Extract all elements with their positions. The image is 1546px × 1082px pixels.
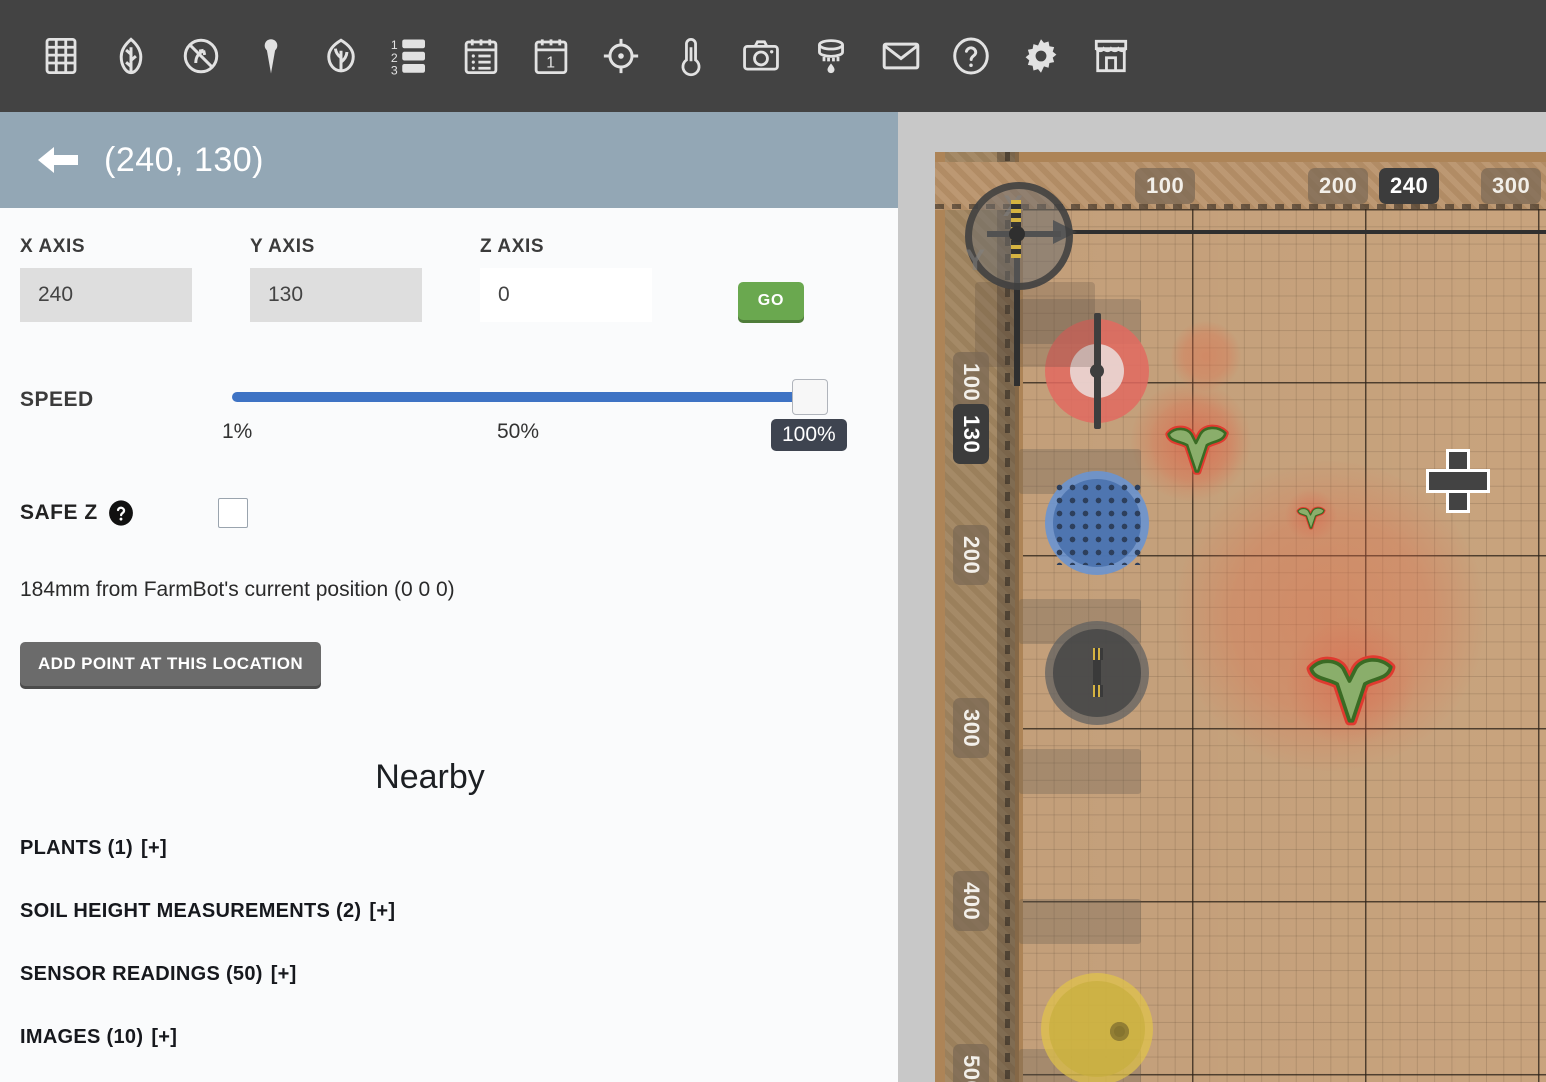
tool-slot-plate xyxy=(1019,749,1141,794)
weeds-icon[interactable] xyxy=(166,21,236,91)
tool-slot-plate xyxy=(1019,899,1141,944)
store-icon[interactable] xyxy=(1076,21,1146,91)
page-title: (240, 130) xyxy=(104,140,264,179)
regimen-clipboard-icon[interactable] xyxy=(446,21,516,91)
target-icon[interactable] xyxy=(586,21,656,91)
safe-z-label: SAFE Z xyxy=(20,500,134,526)
x-axis-label: X AXIS xyxy=(20,236,86,257)
y-axis-label-400[interactable]: 400 xyxy=(953,871,989,932)
y-axis-label-300[interactable]: 300 xyxy=(953,698,989,759)
tool-slot-watering-nozzle[interactable] xyxy=(1045,471,1149,575)
panel-body: X AXIS Y AXIS Z AXIS GO SPEED 1% 50% 100… xyxy=(0,208,898,1049)
crops-icon[interactable] xyxy=(306,21,376,91)
safe-z-checkbox[interactable] xyxy=(217,498,248,528)
distance-note: 184mm from FarmBot's current position (0… xyxy=(20,578,455,601)
y-axis-group: Y AXIS xyxy=(250,236,480,322)
gantry-position-dot xyxy=(1009,226,1025,242)
nearby-item-label: IMAGES (10) xyxy=(20,1026,144,1048)
expand-plus-icon[interactable]: [+] xyxy=(271,963,297,985)
thermometer-icon[interactable] xyxy=(656,21,726,91)
garden-map[interactable]: X Y 100 200 240 300 100 130 200 300 400 … xyxy=(898,112,1546,1082)
speed-row: SPEED 1% 50% 100% xyxy=(20,374,878,451)
grid-icon[interactable] xyxy=(26,21,96,91)
nearby-item-sensor-readings[interactable]: SENSOR READINGS (50) [+] xyxy=(20,963,878,986)
plant-large[interactable] xyxy=(1281,611,1421,751)
top-nav-bar: 1 2 3 1 xyxy=(0,0,1546,112)
speed-tick-min: 1% xyxy=(222,420,253,443)
speed-tick-mid: 50% xyxy=(497,420,540,443)
z-axis-input[interactable] xyxy=(480,268,652,322)
y-axis-label-130[interactable]: 130 xyxy=(953,404,989,465)
tool-soil-sensor-inner xyxy=(1048,980,1146,1078)
plant-leaf-icon xyxy=(1165,424,1229,475)
help-question-icon[interactable] xyxy=(108,500,134,526)
speed-slider-track[interactable] xyxy=(232,392,810,402)
x-axis-group: X AXIS xyxy=(20,236,250,322)
z-axis-label: Z AXIS xyxy=(480,236,545,257)
plant-medium[interactable] xyxy=(1145,391,1249,495)
back-arrow-icon[interactable] xyxy=(36,145,80,175)
svg-text:1: 1 xyxy=(546,54,555,71)
sequence-list-icon[interactable]: 1 2 3 xyxy=(376,21,446,91)
speed-label: SPEED xyxy=(20,388,94,411)
location-panel: (240, 130) X AXIS Y AXIS Z AXIS GO SPEED xyxy=(0,112,898,1082)
nearby-item-label: PLANTS (1) xyxy=(20,837,133,859)
nearby-item-soil-height-measurements[interactable]: SOIL HEIGHT MEASUREMENTS (2) [+] xyxy=(20,900,878,923)
plant-leaf-icon xyxy=(1306,655,1396,726)
expand-plus-icon[interactable]: [+] xyxy=(369,900,395,922)
go-button[interactable]: GO xyxy=(738,282,804,320)
tool-weeder-mark-top xyxy=(1092,648,1103,661)
x-axis-input[interactable] xyxy=(20,268,192,322)
x-axis-label-240[interactable]: 240 xyxy=(1379,168,1440,204)
safe-z-row: SAFE Z xyxy=(20,498,878,528)
gantry-arm xyxy=(1065,230,1546,234)
expand-plus-icon[interactable]: [+] xyxy=(141,837,167,859)
tool-slot-weeder[interactable] xyxy=(1045,621,1149,725)
camera-icon[interactable] xyxy=(726,21,796,91)
point-pin-icon[interactable] xyxy=(236,21,306,91)
axis-inputs-row: X AXIS Y AXIS Z AXIS GO xyxy=(20,236,878,322)
nearby-item-label: SENSOR READINGS (50) xyxy=(20,963,263,985)
plant-small[interactable] xyxy=(1283,487,1339,543)
garden-map-inner: X Y 100 200 240 300 100 130 200 300 400 … xyxy=(935,152,1546,1082)
add-point-button[interactable]: ADD POINT AT THIS LOCATION xyxy=(20,642,322,686)
tool-nozzle-holes xyxy=(1053,481,1141,565)
tool-slot-soil-sensor[interactable] xyxy=(1041,973,1153,1082)
nearby-heading: Nearby xyxy=(375,758,485,796)
safe-z-label-text: SAFE Z xyxy=(20,501,98,524)
nearby-item-label: SOIL HEIGHT MEASUREMENTS (2) xyxy=(20,900,362,922)
y-axis-label-500[interactable]: 500 xyxy=(953,1044,989,1082)
soil-plot[interactable] xyxy=(1019,209,1546,1082)
crosshair-center xyxy=(1449,472,1467,490)
svg-text:3: 3 xyxy=(391,63,398,77)
x-axis-label-300[interactable]: 300 xyxy=(1481,168,1542,204)
speed-current-value: 100% xyxy=(771,419,847,451)
nearby-item-images[interactable]: IMAGES (10) [+] xyxy=(20,1026,878,1049)
x-axis-label-100[interactable]: 100 xyxy=(1135,168,1196,204)
tool-weeder-mark-bottom xyxy=(1092,685,1103,698)
water-drop-icon[interactable] xyxy=(796,21,866,91)
gantry-shadow xyxy=(975,282,1095,367)
nearby-item-plants[interactable]: PLANTS (1) [+] xyxy=(20,837,878,860)
z-axis-group: Z AXIS xyxy=(480,236,710,322)
gantry-y-letter: Y xyxy=(965,244,986,277)
help-question-icon[interactable] xyxy=(936,21,1006,91)
expand-plus-icon[interactable]: [+] xyxy=(151,1026,177,1048)
y-axis-label-200[interactable]: 200 xyxy=(953,525,989,586)
envelope-icon[interactable] xyxy=(866,21,936,91)
gear-icon[interactable] xyxy=(1006,21,1076,91)
y-axis-input[interactable] xyxy=(250,268,422,322)
y-axis-label: Y AXIS xyxy=(250,236,315,257)
plant-leaf-icon xyxy=(1296,506,1326,530)
calendar-icon[interactable]: 1 xyxy=(516,21,586,91)
map-position-crosshair[interactable] xyxy=(1426,449,1490,513)
speed-slider-thumb[interactable] xyxy=(792,379,828,415)
x-axis-label-200[interactable]: 200 xyxy=(1308,168,1369,204)
leaf-icon[interactable] xyxy=(96,21,166,91)
panel-header: (240, 130) xyxy=(0,112,898,208)
